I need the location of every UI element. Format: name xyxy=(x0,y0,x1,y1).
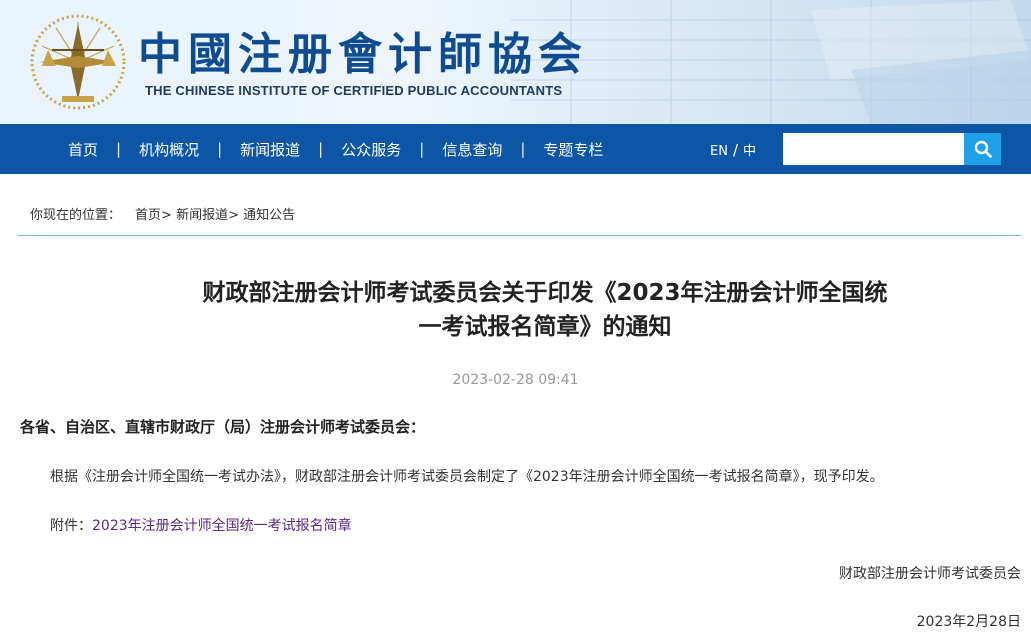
article-title-line-1: 财政部注册会计师考试委员会关于印发《2023年注册会计师全国统 xyxy=(202,280,888,306)
site-title-english: THE CHINESE INSTITUTE OF CERTIFIED PUBLI… xyxy=(145,83,563,98)
nav-item-info-query[interactable]: 信息查询 xyxy=(424,139,520,160)
article-attachment: 附件：2023年注册会计师全国统一考试报名简章 xyxy=(50,515,352,535)
breadcrumb-separator: > xyxy=(161,208,172,223)
search-icon xyxy=(974,140,992,158)
breadcrumb-separator: > xyxy=(228,208,239,223)
article-title-line-2: 一考试报名简章》的通知 xyxy=(418,314,672,340)
breadcrumb: 你现在的位置： 首页> 新闻报道> 通知公告 xyxy=(30,204,295,223)
breadcrumb-item-notices[interactable]: 通知公告 xyxy=(243,208,295,223)
nav-item-news[interactable]: 新闻报道 xyxy=(222,139,318,160)
search-button[interactable] xyxy=(964,133,1001,165)
article-title: 财政部注册会计师考试委员会关于印发《2023年注册会计师全国统 一考试报名简章》… xyxy=(140,276,950,344)
language-switcher: EN / 中 xyxy=(710,140,756,159)
cicpa-emblem-icon[interactable] xyxy=(26,10,130,114)
attachment-label: 附件： xyxy=(50,518,92,534)
article-sign-date: 2023年2月28日 xyxy=(916,614,1021,630)
nav-separator: | xyxy=(419,140,425,158)
search-input[interactable] xyxy=(783,133,964,165)
nav-separator: | xyxy=(520,140,526,158)
breadcrumb-prefix: 你现在的位置： xyxy=(30,208,122,223)
article-body-paragraph: 根据《注册会计师全国统一考试办法》，财政部注册会计师考试委员会制定了《2023年… xyxy=(50,469,884,485)
nav-item-home[interactable]: 首页 xyxy=(50,139,116,160)
nav-separator: | xyxy=(318,140,324,158)
language-separator: / xyxy=(732,141,739,159)
article-signature: 财政部注册会计师考试委员会 xyxy=(839,566,1021,582)
nav-list: 首页 | 机构概况 | 新闻报道 | 公众服务 | 信息查询 | 专题专栏 xyxy=(50,124,621,174)
attachment-link[interactable]: 2023年注册会计师全国统一考试报名简章 xyxy=(92,518,352,534)
language-english-link[interactable]: EN xyxy=(710,144,728,159)
article-salutation: 各省、自治区、直辖市财政厅（局）注册会计师考试委员会： xyxy=(20,418,426,436)
banner-background-decoration xyxy=(511,0,1031,124)
nav-item-public-services[interactable]: 公众服务 xyxy=(323,139,419,160)
breadcrumb-item-home[interactable]: 首页 xyxy=(135,208,161,223)
nav-item-about[interactable]: 机构概况 xyxy=(121,139,217,160)
nav-separator: | xyxy=(116,140,122,158)
breadcrumb-divider xyxy=(18,235,1021,236)
nav-item-special-topics[interactable]: 专题专栏 xyxy=(525,139,621,160)
site-title-chinese: 中國注册會计師協会 xyxy=(138,29,588,80)
header-banner: 中國注册會计師協会 THE CHINESE INSTITUTE OF CERTI… xyxy=(0,0,1031,124)
article-publish-datetime: 2023-02-28 09:41 xyxy=(452,372,579,388)
breadcrumb-item-news[interactable]: 新闻报道 xyxy=(176,208,228,223)
language-chinese-link[interactable]: 中 xyxy=(743,144,756,159)
nav-separator: | xyxy=(217,140,223,158)
